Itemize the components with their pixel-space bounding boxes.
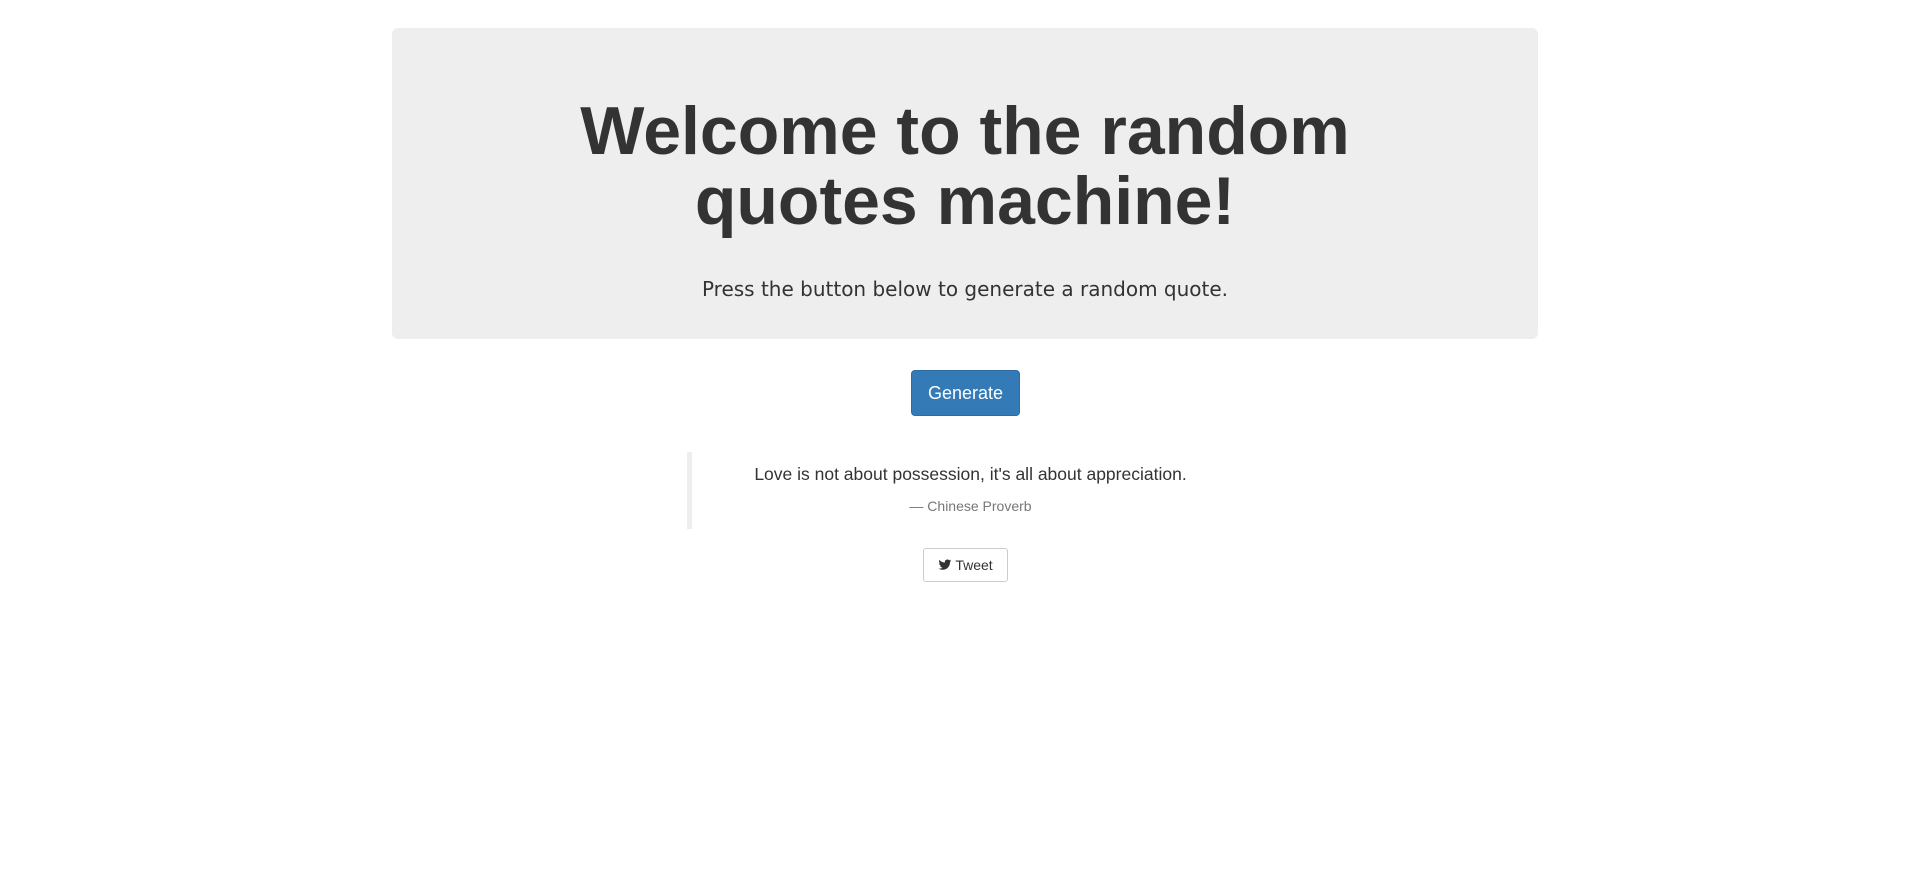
twitter-icon (938, 558, 952, 572)
quote-block: Love is not about possession, it's all a… (687, 452, 1249, 529)
quote-text: Love is not about possession, it's all a… (754, 464, 1187, 484)
quote-author: — Chinese Proverb (909, 498, 1032, 514)
tweet-button[interactable]: Tweet (923, 548, 1008, 582)
page-title: Welcome to the random quotes machine! (580, 93, 1350, 239)
tweet-label: Tweet (955, 557, 993, 573)
page-subtitle: Press the button below to generate a ran… (701, 277, 1229, 301)
generate-button[interactable]: Generate (911, 370, 1020, 416)
jumbotron: Welcome to the random quotes machine! Pr… (392, 28, 1538, 339)
